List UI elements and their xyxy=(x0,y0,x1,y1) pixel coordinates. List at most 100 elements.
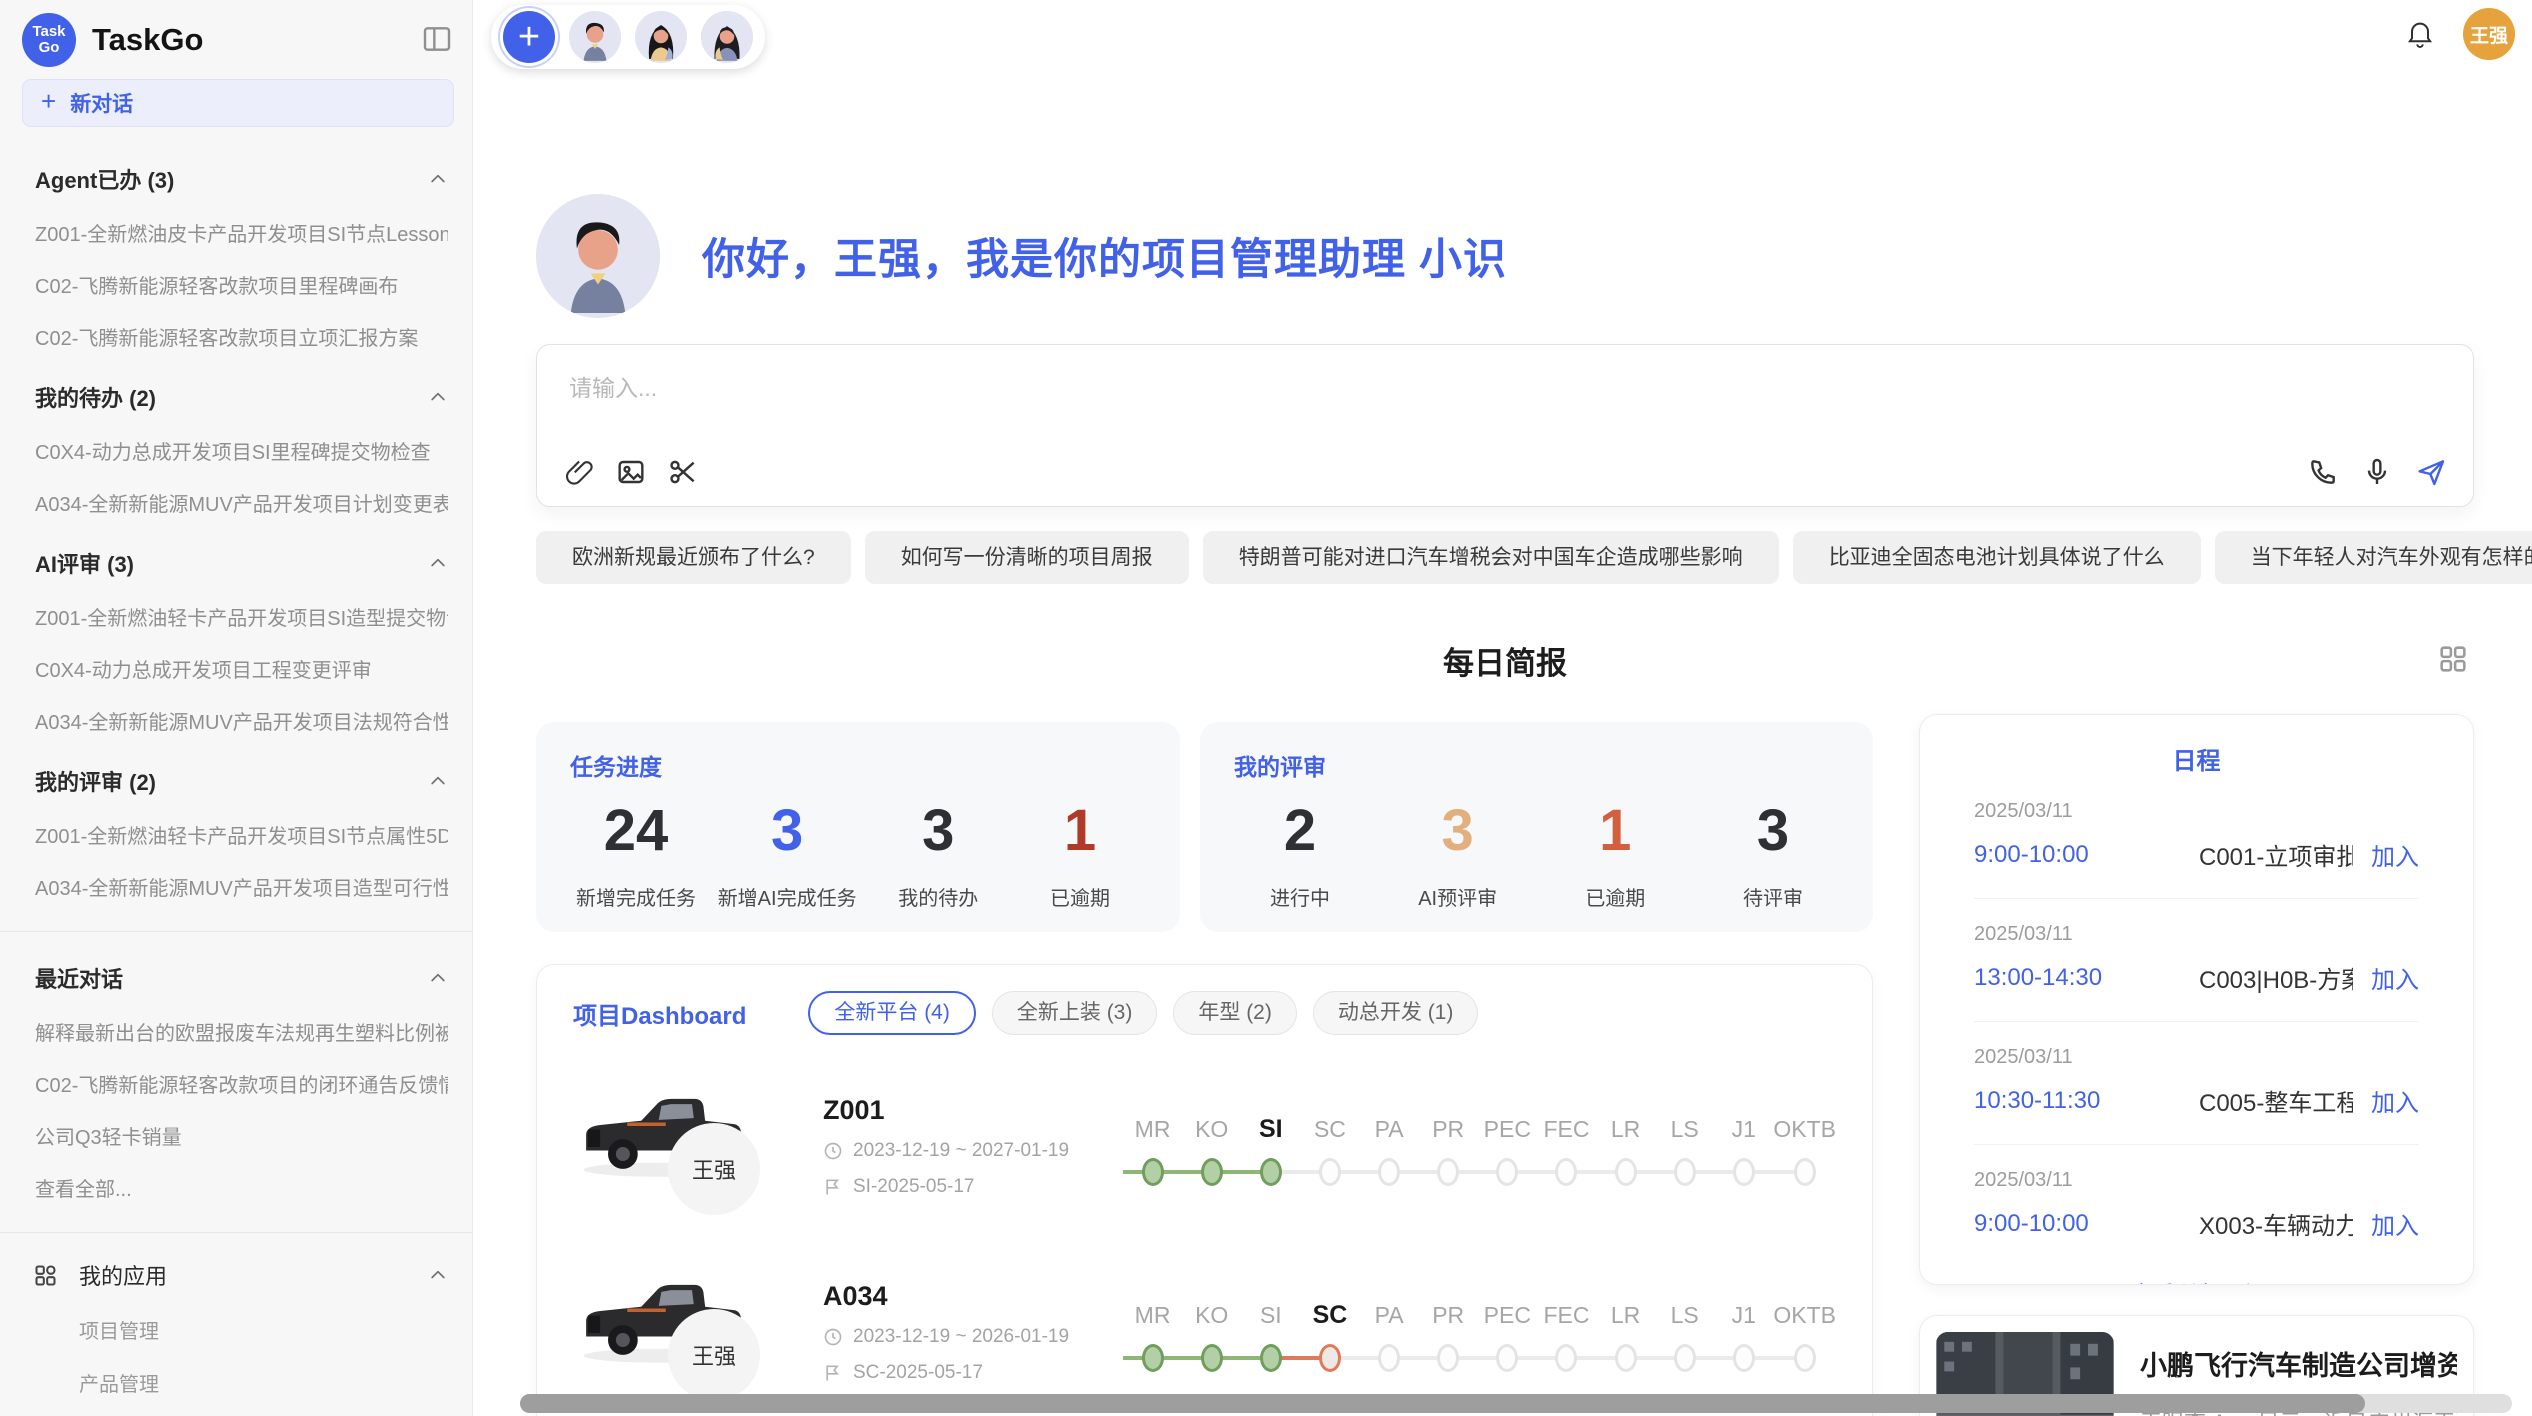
event-date: 2025/03/11 xyxy=(1974,923,2419,946)
horizontal-scrollbar[interactable] xyxy=(520,1394,2512,1413)
stat-label: AI预评审 xyxy=(1398,882,1518,911)
milestone: PEC xyxy=(1478,1108,1537,1194)
member-avatar[interactable] xyxy=(635,11,687,63)
project-info: A0342023-12-19 ~ 2026-01-19SC-2025-05-17 xyxy=(823,1281,1113,1384)
mic-icon[interactable] xyxy=(2361,456,2393,488)
bell-icon[interactable] xyxy=(2403,17,2437,51)
stat: 1已逾期 xyxy=(1555,796,1675,911)
suggestion-chip[interactable]: 特朗普可能对进口汽车增税会对中国车企造成哪些影响 xyxy=(1203,531,1779,584)
section-header[interactable]: 我的待办 (2) xyxy=(35,381,448,413)
section-header[interactable]: Agent已办 (3) xyxy=(35,163,448,195)
sidebar-item-my-apps[interactable]: 我的应用 xyxy=(0,1259,472,1291)
join-link[interactable]: 加入 xyxy=(2371,1206,2419,1241)
suggestion-chip[interactable]: 欧洲新规最近颁布了什么? xyxy=(536,531,851,584)
milestone-label: J1 xyxy=(1732,1294,1756,1336)
conversation-item[interactable]: 解释最新出台的欧盟报废车法规再生塑料比例被调至15%... xyxy=(35,1017,448,1046)
paperclip-icon[interactable] xyxy=(563,456,595,488)
owner-badge: 王强 xyxy=(668,1309,760,1401)
conversation-item[interactable]: C0X4-动力总成开发项目工程变更评审 xyxy=(35,654,448,683)
view-all-link[interactable]: 查看全部... xyxy=(35,1173,448,1202)
new-chat-button[interactable]: + 新对话 xyxy=(22,79,454,127)
stat-card: 我的评审2进行中3AI预评审1已逾期3待评审 xyxy=(1200,722,1873,932)
workspace-member-bar: + xyxy=(491,5,765,69)
stat: 3AI预评审 xyxy=(1398,796,1518,911)
assistant-avatar xyxy=(536,194,660,318)
conversation-item[interactable]: Z001-全新燃油轻卡产品开发项目SI造型提交物评审 xyxy=(35,602,448,631)
stat-value: 24 xyxy=(576,796,696,866)
project-flag-row: SC-2025-05-17 xyxy=(823,1362,1113,1384)
milestone-dot-row xyxy=(1537,1336,1596,1380)
milestone-dot xyxy=(1378,1158,1400,1186)
milestone: PA xyxy=(1360,1108,1419,1194)
milestone-dot-row xyxy=(1360,1336,1419,1380)
grid-icon[interactable] xyxy=(2436,642,2470,676)
suggestion-chip[interactable]: 如何写一份清晰的项目周报 xyxy=(865,531,1189,584)
view-all-schedule-link[interactable]: 查看所有日程 xyxy=(1974,1277,2419,1285)
conversation-item[interactable]: C0X4-动力总成开发项目SI里程碑提交物检查 xyxy=(35,436,448,465)
app-subitem[interactable]: 项目管理 xyxy=(79,1315,448,1344)
filter-pill[interactable]: 年型 (2) xyxy=(1173,991,1297,1035)
sidebar-scroll-area[interactable]: Agent已办 (3) Z001-全新燃油皮卡产品开发项目SI节点Lesson L… xyxy=(0,127,472,1416)
stat-label: 我的待办 xyxy=(878,882,998,911)
chevron-up-icon xyxy=(428,1265,448,1285)
conversation-item[interactable]: C02-飞腾新能源轻客改款项目的闭环通告反馈情况 xyxy=(35,1069,448,1098)
sidebar-toggle-icon[interactable] xyxy=(420,23,454,57)
scissors-icon[interactable] xyxy=(667,456,699,488)
suggestion-chip[interactable]: 当下年轻人对汽车外观有怎样的喜好趋势 xyxy=(2215,531,2532,584)
conversation-item[interactable]: Z001-全新燃油轻卡产品开发项目SI节点属性5D文件评审 xyxy=(35,820,448,849)
chat-input[interactable] xyxy=(567,367,2443,437)
stat: 3我的待办 xyxy=(878,796,998,911)
phone-icon[interactable] xyxy=(2307,456,2339,488)
conversation-item[interactable]: A034-全新新能源MUV产品开发项目计划变更表编写 xyxy=(35,488,448,517)
conversation-item[interactable]: 公司Q3轻卡销量 xyxy=(35,1121,448,1150)
milestone: PR xyxy=(1419,1294,1478,1380)
join-link[interactable]: 加入 xyxy=(2371,837,2419,872)
join-link[interactable]: 加入 xyxy=(2371,1083,2419,1118)
stat-value: 2 xyxy=(1240,796,1360,866)
milestone: SC xyxy=(1300,1108,1359,1194)
event-date: 2025/03/11 xyxy=(1974,1046,2419,1069)
my-apps-label: 我的应用 xyxy=(79,1259,428,1291)
milestone-dot-row xyxy=(1123,1336,1182,1380)
scrollbar-thumb[interactable] xyxy=(520,1394,2365,1413)
dashboard-filters: 全新平台 (4) 全新上装 (3) 年型 (2) 动总开发 (1) xyxy=(808,991,1478,1035)
app-subitem[interactable]: 产品管理 xyxy=(79,1368,448,1397)
send-icon[interactable] xyxy=(2415,456,2447,488)
milestone-dot xyxy=(1794,1158,1816,1186)
milestone-label: KO xyxy=(1195,1108,1228,1150)
conversation-item[interactable]: A034-全新新能源MUV产品开发项目造型可行性评审 xyxy=(35,872,448,901)
member-avatar[interactable] xyxy=(701,11,753,63)
milestone-dot-row xyxy=(1419,1336,1478,1380)
add-member-button[interactable]: + xyxy=(503,11,555,63)
milestone-label: MR xyxy=(1135,1108,1171,1150)
milestone-dot-row xyxy=(1655,1150,1714,1194)
conversation-item[interactable]: A034-全新新能源MUV产品开发项目法规符合性评审 xyxy=(35,706,448,735)
join-link[interactable]: 加入 xyxy=(2371,960,2419,995)
news-title: 小鹏飞行汽车制造公司增资 xyxy=(2140,1344,2457,1383)
image-icon[interactable] xyxy=(615,456,647,488)
filter-pill[interactable]: 全新上装 (3) xyxy=(992,991,1158,1035)
schedule-event: 2025/03/119:00-10:00C001-立项审批会加入 xyxy=(1974,776,2419,899)
milestone-label: LR xyxy=(1611,1108,1640,1150)
milestone-dot xyxy=(1496,1158,1518,1186)
daily-briefing-header: 每日简报 xyxy=(536,638,2474,682)
milestone-label: PA xyxy=(1375,1108,1404,1150)
filter-pill[interactable]: 全新平台 (4) xyxy=(808,991,976,1035)
section-header[interactable]: AI评审 (3) xyxy=(35,547,448,579)
milestone-label: SC xyxy=(1313,1294,1348,1336)
member-avatar[interactable] xyxy=(569,11,621,63)
logo-text-top: Task xyxy=(32,24,65,40)
section-header[interactable]: 我的评审 (2) xyxy=(35,765,448,797)
user-avatar[interactable]: 王强 xyxy=(2463,8,2515,60)
filter-pill[interactable]: 动总开发 (1) xyxy=(1313,991,1479,1035)
section-header[interactable]: 最近对话 xyxy=(35,962,448,994)
milestone-label: KO xyxy=(1195,1294,1228,1336)
event-name: C003|H0B-方案冻结评审 xyxy=(2199,960,2353,995)
milestone-label: PEC xyxy=(1484,1108,1531,1150)
conversation-item[interactable]: C02-飞腾新能源轻客改款项目里程碑画布 xyxy=(35,270,448,299)
suggestion-chip[interactable]: 比亚迪全固态电池计划具体说了什么 xyxy=(1793,531,2201,584)
milestone: PR xyxy=(1419,1108,1478,1194)
conversation-item[interactable]: Z001-全新燃油皮卡产品开发项目SI节点Lesson Learn报告 xyxy=(35,218,448,247)
milestone-label: OKTB xyxy=(1773,1108,1836,1150)
conversation-item[interactable]: C02-飞腾新能源轻客改款项目立项汇报方案 xyxy=(35,322,448,351)
